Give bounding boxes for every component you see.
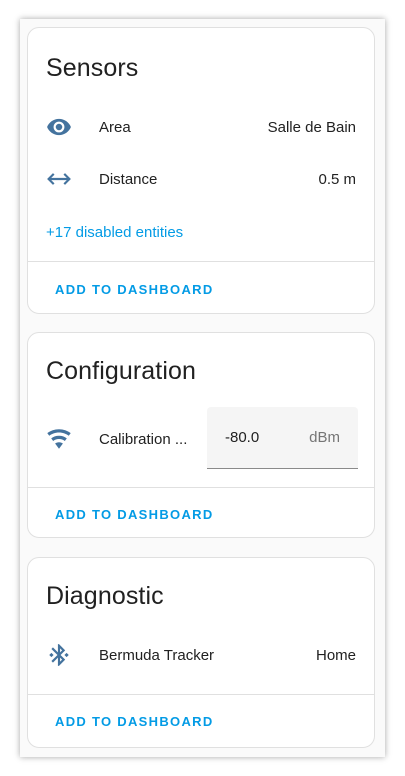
diagnostic-card: Diagnostic Bermuda Tracker Home ADD TO D… xyxy=(27,557,375,748)
sensor-row-area[interactable]: Area Salle de Bain xyxy=(28,107,374,147)
eye-icon xyxy=(46,114,72,140)
config-label-calibration: Calibration ... xyxy=(99,430,188,448)
sensor-row-distance[interactable]: Distance 0.5 m xyxy=(28,159,374,199)
calibration-number-input[interactable]: -80.0 dBm xyxy=(207,407,358,469)
bluetooth-icon xyxy=(46,642,72,668)
device-panel: Sensors Area Salle de Bain Distance 0.5 … xyxy=(20,19,385,757)
diagnostic-add-to-dashboard-button[interactable]: ADD TO DASHBOARD xyxy=(55,714,214,729)
wifi-icon xyxy=(46,426,72,452)
diagnostic-value-bermuda: Home xyxy=(315,646,356,664)
diagnostic-row-bermuda[interactable]: Bermuda Tracker Home xyxy=(28,635,374,675)
sensor-value-area: Salle de Bain xyxy=(267,118,356,136)
calibration-input-value[interactable]: -80.0 xyxy=(225,429,259,446)
sensors-card: Sensors Area Salle de Bain Distance 0.5 … xyxy=(27,27,375,314)
configuration-add-to-dashboard-button[interactable]: ADD TO DASHBOARD xyxy=(55,507,214,522)
sensor-label-distance: Distance xyxy=(99,170,158,188)
arrow-left-right-icon xyxy=(46,166,72,192)
configuration-card-divider xyxy=(28,487,374,488)
diagnostic-card-title: Diagnostic xyxy=(46,582,164,610)
sensors-card-divider xyxy=(28,261,374,262)
configuration-card: Configuration Calibration ... -80.0 dBm … xyxy=(27,332,375,538)
calibration-input-unit: dBm xyxy=(309,429,340,446)
sensors-add-to-dashboard-button[interactable]: ADD TO DASHBOARD xyxy=(55,282,214,297)
sensors-card-title: Sensors xyxy=(46,54,139,82)
diagnostic-label-bermuda: Bermuda Tracker xyxy=(99,646,215,664)
sensor-label-area: Area xyxy=(99,118,131,136)
disabled-entities-link[interactable]: +17 disabled entities xyxy=(46,224,183,241)
sensor-value-distance: 0.5 m xyxy=(318,170,356,188)
configuration-card-title: Configuration xyxy=(46,357,197,385)
diagnostic-card-divider xyxy=(28,694,374,695)
